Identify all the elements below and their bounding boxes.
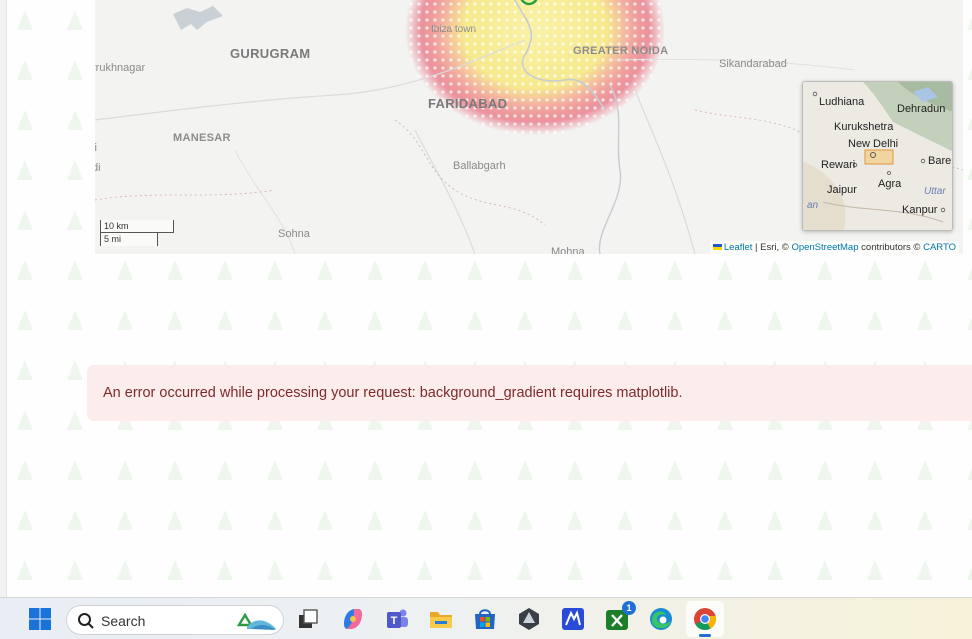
minimap[interactable]: Ludhiana Dehradun Kurukshetra New Delhi … (802, 81, 953, 231)
minimap-label-new-delhi: New Delhi (848, 138, 899, 150)
map-label-gurugram: GURUGRAM (230, 46, 311, 61)
xbox-icon[interactable]: 1 (604, 601, 636, 632)
vscode-icon[interactable] (560, 606, 586, 632)
left-edge-strip (0, 0, 7, 597)
heatmap-dots (405, 0, 665, 135)
leaflet-link[interactable]: Leaflet (724, 242, 753, 253)
taskbar-search[interactable] (66, 605, 284, 635)
xbox-notification-badge: 1 (622, 601, 636, 615)
task-view-icon[interactable] (295, 606, 321, 632)
map-label-ballabgarh: Ballabgarh (453, 160, 506, 172)
ukraine-flag-icon (712, 244, 722, 251)
map-view[interactable]: GURUGRAM rrukhnagar MANESAR FARIDABAD GR… (95, 0, 963, 254)
search-input[interactable] (101, 612, 221, 630)
file-explorer-icon[interactable] (428, 606, 454, 632)
minimap-label-bareilly: Bare (928, 155, 952, 167)
minimap-label-kurukshetra: Kurukshetra (834, 121, 894, 133)
map-label-cut-1: li (95, 142, 97, 154)
osm-link[interactable]: OpenStreetMap (791, 242, 858, 253)
attribution-contributors: contributors © (858, 242, 924, 253)
search-icon (78, 613, 94, 629)
map-label-mohna: Mohna (551, 246, 585, 254)
map-label-sohna: Sohna (278, 228, 310, 240)
minimap-label-dehradun: Dehradun (897, 103, 946, 115)
lake-shape (173, 6, 223, 30)
edge-icon[interactable] (648, 606, 674, 632)
windows-start-icon[interactable] (27, 606, 53, 632)
chrome-active-indicator (699, 634, 711, 637)
error-alert: An error occurred while processing your … (87, 365, 972, 421)
store-icon[interactable] (472, 606, 498, 632)
chrome-icon[interactable] (692, 606, 718, 632)
minimap-label-ludhiana: Ludhiana (819, 96, 865, 108)
scale-bar: 10 km 5 mi (100, 220, 174, 246)
map-label-sikandarabad: Sikandarabad (719, 58, 787, 70)
attribution-esri: | Esri, © (752, 242, 792, 253)
minimap-label-an: an (807, 200, 819, 211)
minimap-label-rewari: Rewari (821, 159, 856, 171)
taskbar: T 1 (0, 597, 972, 639)
road (634, 89, 696, 254)
copilot-icon[interactable] (340, 606, 366, 632)
road (414, 129, 476, 254)
shield-app-icon[interactable] (516, 606, 542, 632)
map-label-ibiza-town: Ibiza town (431, 24, 477, 35)
map-label-faridabad: FARIDABAD (428, 96, 508, 111)
minimap-label-uttar: Uttar (924, 186, 946, 197)
map-label-cut-2: di (95, 162, 101, 174)
minimap-label-kanpur: Kanpur (902, 204, 938, 216)
carto-link[interactable]: CARTO (923, 242, 956, 253)
error-message: An error occurred while processing your … (103, 385, 683, 401)
map-label-manesar: MANESAR (173, 132, 231, 144)
scale-imperial: 5 mi (100, 233, 158, 246)
map-attribution: Leaflet | Esri, © OpenStreetMap contribu… (709, 241, 959, 254)
boundary-line (95, 189, 276, 201)
teams-icon[interactable]: T (384, 606, 410, 632)
scale-metric: 10 km (100, 220, 174, 233)
minimap-label-jaipur: Jaipur (827, 184, 857, 196)
minimap-label-agra: Agra (878, 178, 902, 190)
svg-text:T: T (391, 615, 398, 627)
recycle-icon (236, 612, 276, 630)
map-label-farrukhnagar: rrukhnagar (95, 62, 146, 74)
map-label-greater-noida: GREATER NOIDA (573, 45, 669, 57)
